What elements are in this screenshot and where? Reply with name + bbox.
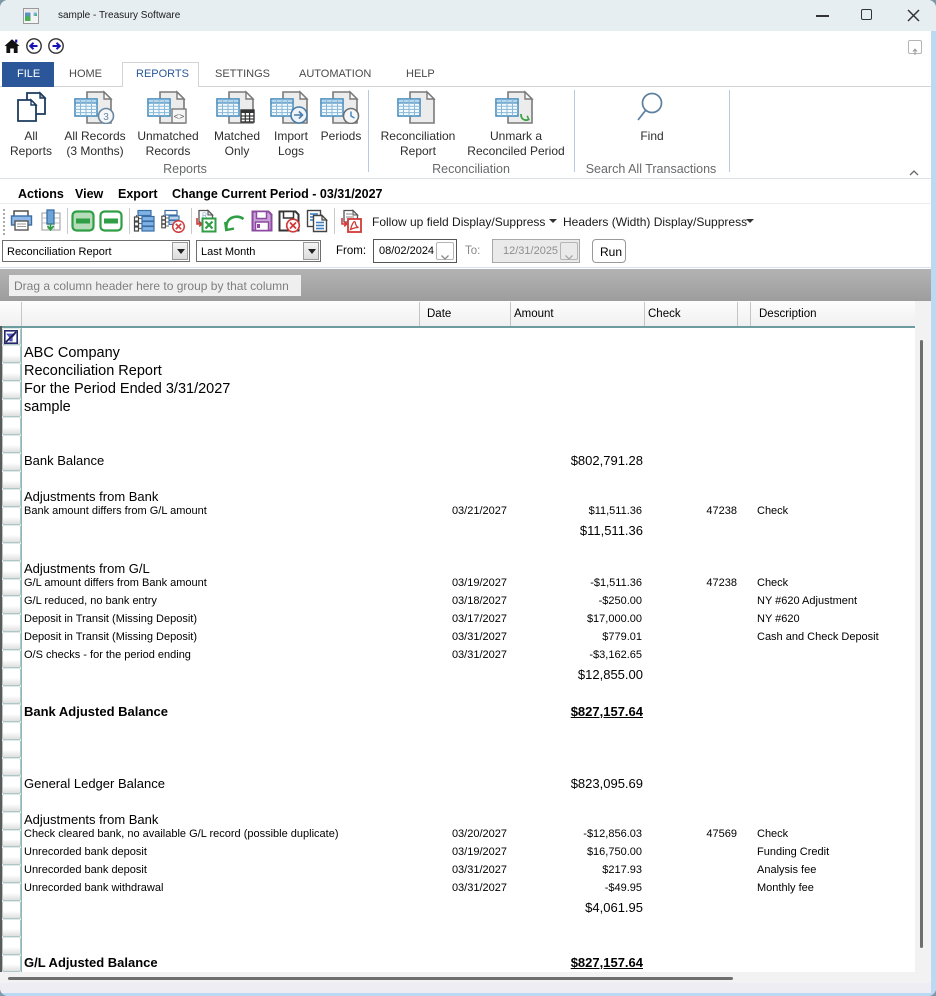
svg-text:3: 3 bbox=[103, 112, 109, 123]
svg-text:<>: <> bbox=[174, 112, 185, 122]
